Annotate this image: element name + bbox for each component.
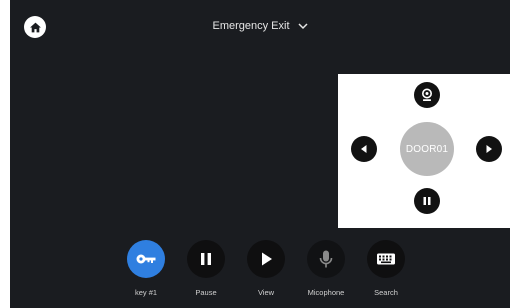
key-label: key #1	[134, 288, 158, 297]
triangle-left-icon	[361, 145, 367, 153]
key-icon	[136, 254, 156, 264]
keyboard-icon	[377, 253, 395, 265]
microphone-label: Micophone	[307, 288, 345, 297]
microphone-icon	[319, 250, 333, 268]
pause-label: Pause	[195, 288, 217, 297]
title-bar: Emergency Exit	[10, 20, 510, 32]
ptz-left-button[interactable]	[351, 136, 377, 162]
page-title: Emergency Exit	[212, 20, 290, 32]
play-icon	[262, 252, 272, 266]
view-circle	[247, 240, 285, 278]
pause-button[interactable]: Pause	[176, 240, 236, 297]
camera-label: DOOR01	[405, 143, 449, 155]
ptz-up-button[interactable]	[414, 82, 440, 108]
view-label: View	[257, 288, 275, 297]
bottom-toolbar: key #1 Pause View Micophone Search	[10, 240, 510, 308]
triangle-right-icon	[486, 145, 492, 153]
pause-icon	[201, 253, 211, 265]
key-button[interactable]: key #1	[116, 240, 176, 297]
search-circle	[367, 240, 405, 278]
app-screen: Emergency Exit DOOR01 key #1 Pause View …	[10, 0, 510, 308]
location-selector[interactable]: Emergency Exit	[212, 20, 308, 32]
microphone-button[interactable]: Micophone	[296, 240, 356, 297]
webcam-icon	[422, 88, 432, 101]
ptz-down-button[interactable]	[414, 188, 440, 214]
search-label: Search	[374, 288, 398, 297]
ptz-center-button[interactable]: DOOR01	[400, 122, 454, 176]
key-circle	[127, 240, 165, 278]
view-button[interactable]: View	[236, 240, 296, 297]
search-button[interactable]: Search	[356, 240, 416, 297]
pause-icon	[423, 197, 431, 205]
ptz-control-panel: DOOR01	[338, 74, 510, 228]
chevron-down-icon	[297, 23, 308, 30]
ptz-right-button[interactable]	[476, 136, 502, 162]
microphone-circle	[307, 240, 345, 278]
pause-circle	[187, 240, 225, 278]
